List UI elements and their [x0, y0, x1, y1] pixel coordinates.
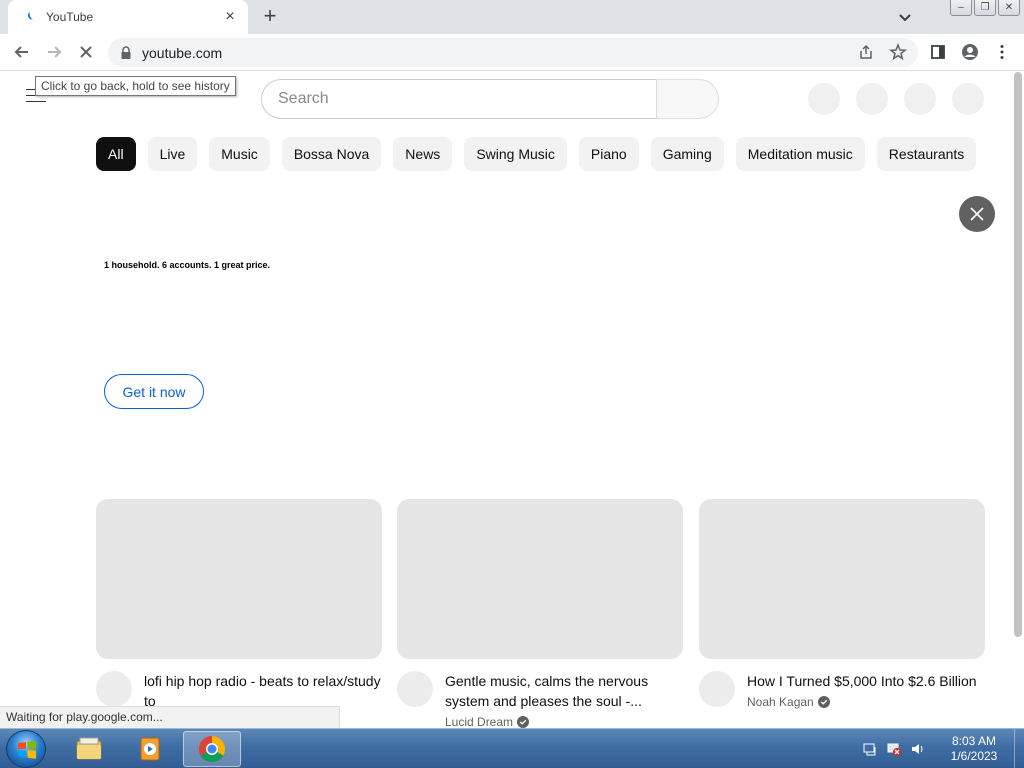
header-action-placeholder[interactable] [904, 83, 936, 115]
network-icon[interactable] [886, 741, 902, 757]
channel-avatar[interactable] [397, 671, 433, 707]
chip-swing-music[interactable]: Swing Music [464, 137, 567, 171]
forward-button[interactable] [42, 40, 66, 64]
chevron-down-icon[interactable] [896, 8, 914, 26]
youtube-search-input[interactable]: Search [261, 79, 656, 119]
profile-avatar-icon [962, 44, 978, 60]
media-player-icon [140, 737, 160, 761]
windows-logo-icon [18, 740, 36, 759]
verified-check-icon [517, 716, 530, 728]
stop-loading-button[interactable] [74, 40, 98, 64]
video-thumbnail[interactable] [699, 499, 985, 659]
close-window-button[interactable]: ✕ [998, 0, 1020, 16]
folder-icon [76, 737, 102, 760]
channel-name[interactable]: Lucid Dream [445, 715, 683, 729]
browser-toolbar: youtube.com [0, 34, 1024, 71]
kebab-menu-icon [1000, 45, 1004, 59]
show-desktop-button[interactable] [1014, 729, 1024, 768]
category-chips: All Live Music Bossa Nova News Swing Mus… [96, 137, 977, 171]
channel-label: Noah Kagan [747, 695, 814, 709]
profile-button[interactable] [958, 40, 982, 64]
browser-tabstrip: YouTube × + – ❐ ✕ [0, 0, 1024, 34]
lock-icon [121, 45, 131, 59]
back-button[interactable] [10, 40, 34, 64]
url-text: youtube.com [142, 44, 223, 61]
taskbar-clock[interactable]: 8:03 AM 1/6/2023 [940, 734, 1008, 764]
verified-check-icon [817, 696, 830, 708]
close-icon [970, 207, 984, 221]
chip-all[interactable]: All [96, 137, 136, 171]
browser-status-bubble: Waiting for play.google.com... [0, 706, 340, 728]
video-card[interactable]: Gentle music, calms the nervous system a… [397, 499, 683, 729]
windows-taskbar: 8:03 AM 1/6/2023 [0, 728, 1024, 768]
restore-button[interactable]: ❐ [974, 0, 996, 16]
video-title[interactable]: How I Turned $5,000 Into $2.6 Billion [747, 671, 985, 691]
chip-live[interactable]: Live [147, 137, 198, 171]
channel-avatar[interactable] [96, 671, 132, 707]
chip-meditation-music[interactable]: Meditation music [735, 137, 865, 171]
side-panel-icon [931, 45, 945, 59]
tab-title: YouTube [46, 10, 94, 24]
banner-close-button[interactable] [959, 196, 995, 232]
share-button[interactable] [854, 40, 878, 64]
header-action-placeholder[interactable] [856, 83, 888, 115]
taskbar-explorer-button[interactable] [60, 731, 118, 767]
page-scrollbar[interactable] [1012, 72, 1024, 728]
volume-icon[interactable] [910, 741, 926, 757]
channel-label: Lucid Dream [445, 715, 514, 729]
back-arrow-icon [14, 46, 28, 58]
clock-time: 8:03 AM [951, 734, 997, 748]
system-tray [862, 729, 926, 768]
video-title[interactable]: Gentle music, calms the nervous system a… [445, 671, 683, 711]
address-bar[interactable]: youtube.com [108, 38, 918, 67]
new-tab-button[interactable]: + [258, 5, 282, 29]
video-card[interactable]: lofi hip hop radio - beats to relax/stud… [96, 499, 382, 711]
start-button[interactable] [6, 730, 46, 768]
chip-bossa-nova[interactable]: Bossa Nova [281, 137, 382, 171]
bookmark-button[interactable] [886, 40, 910, 64]
clock-date: 1/6/2023 [950, 749, 998, 763]
video-thumbnail[interactable] [96, 499, 382, 659]
youtube-search-bar: Search [261, 79, 719, 119]
channel-name[interactable]: Noah Kagan [747, 695, 985, 709]
close-tab-icon[interactable]: × [222, 9, 238, 25]
chrome-icon [198, 735, 226, 763]
youtube-search-button[interactable] [656, 79, 719, 119]
get-it-now-button[interactable]: Get it now [104, 374, 204, 409]
chip-piano[interactable]: Piano [578, 137, 639, 171]
chip-news[interactable]: News [393, 137, 453, 171]
taskbar-chrome-button[interactable] [183, 731, 241, 767]
taskbar-media-player-button[interactable] [121, 731, 179, 767]
chip-restaurants[interactable]: Restaurants [876, 137, 977, 171]
video-title[interactable]: lofi hip hop radio - beats to relax/stud… [144, 671, 382, 711]
back-button-tooltip: Click to go back, hold to see history [35, 76, 236, 96]
youtube-favicon-icon [22, 9, 38, 25]
channel-avatar[interactable] [699, 671, 735, 707]
window-controls: – ❐ ✕ [950, 0, 1020, 16]
star-icon [889, 43, 907, 61]
chip-music[interactable]: Music [209, 137, 270, 171]
chip-gaming[interactable]: Gaming [650, 137, 724, 171]
browser-menu-button[interactable] [990, 40, 1014, 64]
side-panel-button[interactable] [926, 40, 950, 64]
promo-tagline: 1 household. 6 accounts. 1 great price. [104, 260, 271, 270]
header-action-placeholder[interactable] [952, 83, 984, 115]
header-action-placeholder[interactable] [808, 83, 840, 115]
stop-x-icon [80, 46, 92, 58]
browser-tab-youtube[interactable]: YouTube × [8, 0, 248, 34]
action-center-flag-icon[interactable] [862, 741, 878, 757]
video-thumbnail[interactable] [397, 499, 683, 659]
scrollbar-thumb[interactable] [1014, 72, 1022, 637]
video-card[interactable]: How I Turned $5,000 Into $2.6 Billion No… [699, 499, 985, 709]
share-icon [860, 44, 872, 59]
minimize-button[interactable]: – [950, 0, 972, 16]
forward-arrow-icon [48, 46, 62, 58]
